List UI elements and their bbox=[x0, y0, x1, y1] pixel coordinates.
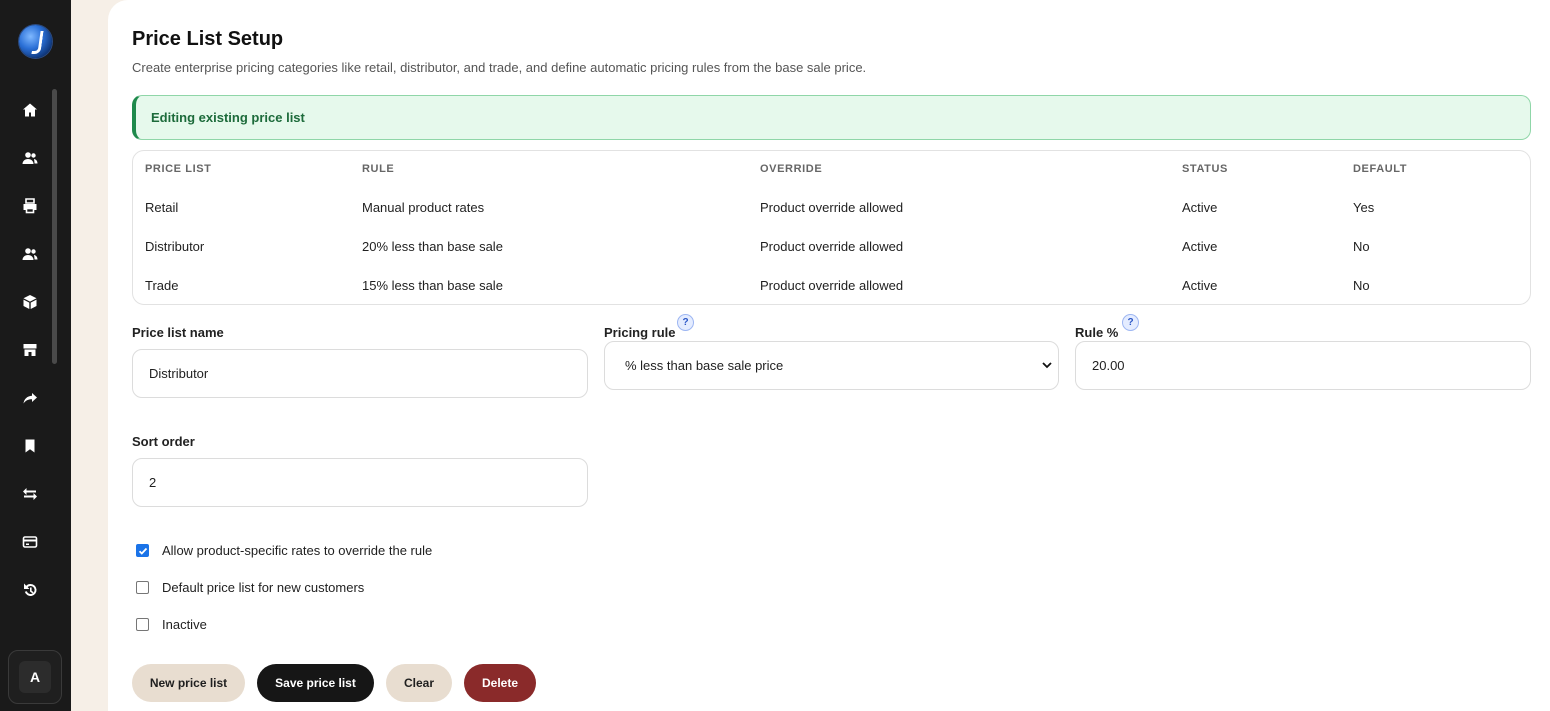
clear-button[interactable]: Clear bbox=[386, 664, 452, 702]
new-price-list-button[interactable]: New price list bbox=[132, 664, 245, 702]
price-list-name-value: Distributor bbox=[149, 366, 209, 381]
column-header-default: DEFAULT bbox=[1353, 163, 1408, 175]
rule-percent-label: Rule % bbox=[1075, 325, 1119, 340]
table-cell[interactable]: Active bbox=[1182, 278, 1217, 293]
price-list-name-label: Price list name bbox=[132, 325, 224, 340]
table-cell[interactable]: 20% less than base sale bbox=[362, 239, 503, 254]
alert-text: Editing existing price list bbox=[151, 110, 305, 125]
printer-icon[interactable] bbox=[21, 197, 39, 215]
price-list-name-input[interactable]: Distributor bbox=[132, 349, 588, 398]
box-icon[interactable] bbox=[21, 293, 39, 311]
sidebar: A bbox=[0, 0, 71, 711]
column-header-rule: RULE bbox=[362, 163, 395, 175]
default-price-list-row[interactable]: Default price list for new customers bbox=[136, 580, 364, 595]
allow-override-label: Allow product-specific rates to override… bbox=[162, 543, 433, 558]
table-cell[interactable]: Active bbox=[1182, 239, 1217, 254]
transfer-icon[interactable] bbox=[21, 485, 39, 503]
table-cell[interactable]: Retail bbox=[145, 200, 178, 215]
table-cell[interactable]: No bbox=[1353, 278, 1370, 293]
store-icon[interactable] bbox=[21, 341, 39, 359]
table-cell[interactable]: Product override allowed bbox=[760, 239, 903, 254]
contacts-icon[interactable] bbox=[21, 245, 39, 263]
sort-order-value: 2 bbox=[149, 475, 157, 490]
card-icon[interactable] bbox=[21, 533, 39, 551]
sort-order-input[interactable]: 2 bbox=[132, 458, 588, 507]
status-alert: Editing existing price list bbox=[132, 95, 1531, 140]
column-header-status: STATUS bbox=[1182, 163, 1228, 175]
inactive-label: Inactive bbox=[162, 617, 207, 632]
rule-percent-help-icon[interactable]: ? bbox=[1122, 314, 1139, 331]
table-cell[interactable]: Yes bbox=[1353, 200, 1374, 215]
table-cell[interactable]: Distributor bbox=[145, 239, 204, 254]
save-price-list-button[interactable]: Save price list bbox=[257, 664, 374, 702]
users-icon[interactable] bbox=[21, 149, 39, 167]
home-icon[interactable] bbox=[21, 101, 39, 119]
page-subtitle: Create enterprise pricing categories lik… bbox=[132, 60, 867, 75]
table-cell[interactable]: Active bbox=[1182, 200, 1217, 215]
table-cell[interactable]: Trade bbox=[145, 278, 178, 293]
page-title: Price List Setup bbox=[132, 28, 284, 50]
table-cell[interactable]: 15% less than base sale bbox=[362, 278, 503, 293]
inactive-row[interactable]: Inactive bbox=[136, 617, 207, 632]
pricing-rule-value: % less than base sale price bbox=[625, 358, 784, 373]
price-list-table: PRICE LIST RULE OVERRIDE STATUS DEFAULT … bbox=[132, 150, 1531, 305]
user-avatar-button[interactable]: A bbox=[8, 650, 62, 704]
delete-button[interactable]: Delete bbox=[464, 664, 536, 702]
column-header-price-list: PRICE LIST bbox=[145, 163, 212, 175]
inactive-checkbox[interactable] bbox=[136, 618, 149, 631]
history-icon[interactable] bbox=[21, 581, 39, 599]
table-cell[interactable]: Product override allowed bbox=[760, 200, 903, 215]
default-price-list-checkbox[interactable] bbox=[136, 581, 149, 594]
share-icon[interactable] bbox=[21, 389, 39, 407]
sidebar-scrollbar[interactable] bbox=[52, 89, 57, 364]
rule-percent-input[interactable]: 20.00 bbox=[1075, 341, 1531, 390]
table-cell[interactable]: Manual product rates bbox=[362, 200, 484, 215]
bookmark-icon[interactable] bbox=[21, 437, 39, 455]
sort-order-label: Sort order bbox=[132, 434, 195, 449]
pricing-rule-help-icon[interactable]: ? bbox=[677, 314, 694, 331]
checkmark-icon bbox=[138, 547, 147, 555]
chevron-down-icon bbox=[1042, 362, 1052, 369]
rule-percent-value: 20.00 bbox=[1092, 358, 1125, 373]
default-price-list-label: Default price list for new customers bbox=[162, 580, 365, 595]
allow-override-row[interactable]: Allow product-specific rates to override… bbox=[136, 543, 432, 558]
table-cell[interactable]: Product override allowed bbox=[760, 278, 903, 293]
allow-override-checkbox[interactable] bbox=[136, 544, 149, 557]
avatar: A bbox=[19, 661, 51, 693]
app-logo[interactable] bbox=[19, 25, 52, 58]
pricing-rule-select[interactable]: % less than base sale price bbox=[604, 341, 1059, 390]
pricing-rule-label: Pricing rule bbox=[604, 325, 676, 340]
column-header-override: OVERRIDE bbox=[760, 163, 823, 175]
table-cell[interactable]: No bbox=[1353, 239, 1370, 254]
